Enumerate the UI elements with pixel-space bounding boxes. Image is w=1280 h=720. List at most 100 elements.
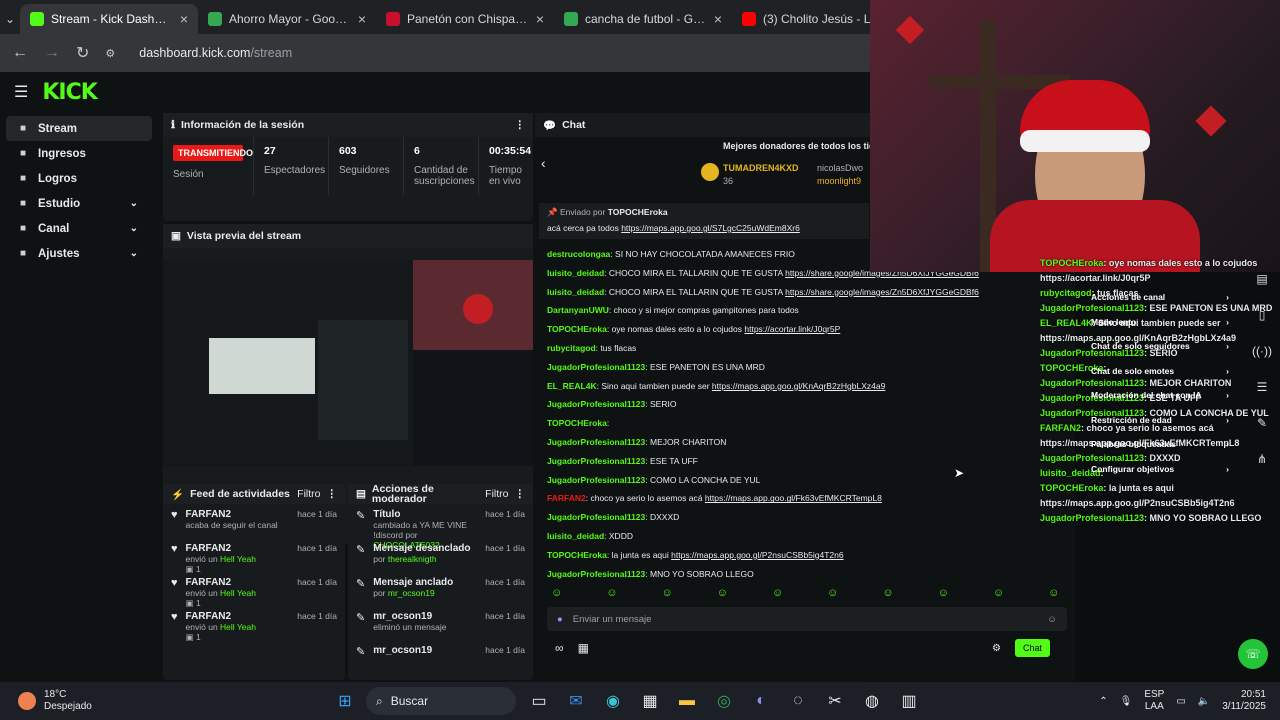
menu-item-6[interactable]: Palabras bloqueadas › (1085, 432, 1235, 457)
back-icon[interactable]: ← (12, 44, 28, 62)
emoji-icon[interactable]: ☺ (1047, 614, 1057, 625)
sidebar-item-0[interactable]: ■ Stream (6, 116, 152, 141)
close-icon[interactable]: × (358, 11, 366, 27)
outlook-icon[interactable]: ✉ (563, 688, 589, 714)
more-icon[interactable]: ⋮ (515, 119, 526, 131)
url-field[interactable]: dashboard.kick.com/stream (139, 46, 292, 60)
app-icon[interactable]: ◌ (785, 688, 811, 714)
chat-message[interactable]: JugadorProfesional1123: COMO LA CONCHA D… (535, 471, 1075, 490)
pinned-link[interactable]: https://maps.app.goo.gl/S7LgcC25uWdEm8Xr… (621, 223, 800, 233)
stream-preview-video[interactable] (163, 260, 533, 466)
chat-message[interactable]: DartanyanUWU: choco y si mejor compras g… (535, 301, 1075, 320)
obs-icon[interactable]: ◍ (859, 688, 885, 714)
feed-item[interactable]: ♥ FARFAN2 envió un Hell Yeah ▣ 1 hace 1 día (163, 606, 345, 642)
close-icon[interactable]: × (536, 11, 544, 27)
chat-message[interactable]: TOPOCHEroka: (535, 414, 1075, 433)
share-icon[interactable]: ⋔ (1257, 452, 1267, 466)
close-icon[interactable]: × (180, 11, 188, 27)
mod-action-item[interactable]: ✎ mr_ocson19 eliminó un mensaje hace 1 día (348, 606, 533, 640)
feed-filter-button[interactable]: Filtro (297, 488, 320, 500)
broadcast-icon[interactable]: ((·)) (1252, 344, 1272, 358)
tab-2[interactable]: Panetón con Chispas Sabo× (376, 4, 554, 34)
donors-prev-icon[interactable]: ‹ (541, 155, 546, 171)
chat-message[interactable]: TOPOCHEroka: oye nomas dales esto a lo c… (535, 320, 1075, 339)
overlay-message: https://acortar.link/J0qr5P (1040, 273, 1151, 283)
discord-icon[interactable]: ◐ (748, 688, 774, 714)
volume-icon[interactable]: 🔈 (1198, 696, 1210, 707)
mod-action-item[interactable]: ✎ Mensaje desanclado por therealknigth hace… (348, 538, 533, 572)
emotes-icon[interactable]: ∞ (555, 641, 564, 655)
edit-icon[interactable]: ✎ (1257, 416, 1267, 430)
capcut-icon[interactable]: ✂ (822, 688, 848, 714)
menu-icon[interactable]: ☰ (14, 82, 28, 102)
menu-item-7[interactable]: Configurar objetivos › (1085, 457, 1235, 482)
mod-action-item[interactable]: ✎ Mensaje anclado por mr_ocson19 hace 1 día (348, 572, 533, 606)
phone-icon[interactable]: ▯ (1259, 308, 1266, 322)
chat-message[interactable]: JugadorProfesional1123: ESE TA UFF (535, 452, 1075, 471)
list-icon[interactable]: ☰ (1257, 380, 1268, 394)
explorer-icon[interactable]: ▬ (674, 688, 700, 714)
address-bar-row: ← → ↻ ⚙ dashboard.kick.com/stream (0, 34, 870, 72)
send-chat-button[interactable]: Chat (1014, 639, 1050, 657)
sidebar-item-3[interactable]: ■ Estudio ⌄ (6, 191, 152, 216)
mod-action-item[interactable]: ✎ Título cambiado a YA ME VINE !discord po… (348, 504, 533, 550)
feed-item[interactable]: ♥ FARFAN2 envió un Hell Yeah ▣ 1 hace 1 día (163, 572, 345, 608)
tray-chevron-icon[interactable]: ⌃ (1099, 696, 1107, 707)
tab-3[interactable]: cancha de futbol - Google× (554, 4, 732, 34)
store-icon[interactable]: ▦ (637, 688, 663, 714)
note-icon[interactable]: ▤ (1256, 272, 1267, 286)
taskbar-search[interactable]: ⌕ Buscar (366, 687, 516, 715)
feed-item[interactable]: ♥ FARFAN2 acaba de seguir el canal hace 1 … (163, 504, 345, 538)
menu-item-2[interactable]: Chat de solo seguidores › (1085, 334, 1235, 359)
sidebar-item-4[interactable]: ■ Canal ⌄ (6, 216, 152, 241)
chat-message[interactable]: JugadorProfesional1123: DXXXD (535, 508, 1075, 527)
chat-input[interactable]: ● Enviar un mensaje ☺ (547, 607, 1067, 631)
menu-item-0[interactable]: Acciones de canal › (1085, 285, 1235, 310)
calculator-icon[interactable]: ▥ (896, 688, 922, 714)
chrome-icon[interactable]: ◎ (711, 688, 737, 714)
mod-more-icon[interactable]: ⋮ (515, 488, 526, 500)
mod-filter-button[interactable]: Filtro (485, 488, 508, 500)
chat-message[interactable]: luisito_deidad: CHOCO MIRA EL TALLARIN Q… (535, 283, 1075, 302)
activity-feed-panel: ⚡ Feed de actividades Filtro ⋮ ♥ FARFAN2 acab… (163, 484, 345, 680)
gift-icon[interactable]: ▦ (578, 641, 589, 655)
feed-more-icon[interactable]: ⋮ (327, 488, 338, 500)
menu-item-3[interactable]: Chat de solo emotes › (1085, 359, 1235, 384)
chat-message[interactable]: luisito_deidad: XDDD (535, 527, 1075, 546)
chat-message[interactable]: JugadorProfesional1123: MEJOR CHARITON (535, 433, 1075, 452)
forward-icon[interactable]: → (44, 44, 60, 62)
kick-logo[interactable]: KICK (42, 80, 97, 105)
chat-message[interactable]: EL_REAL4K: Sino aqui tambien puede ser h… (535, 377, 1075, 396)
chat-message[interactable]: TOPOCHEroka: la junta es aqui https://ma… (535, 546, 1075, 565)
reload-icon[interactable]: ↻ (76, 43, 89, 63)
chat-message[interactable]: rubycitagod: tus flacas (535, 339, 1075, 358)
sidebar-item-5[interactable]: ■ Ajustes ⌄ (6, 241, 152, 266)
site-info-icon[interactable]: ⚙ (105, 47, 115, 60)
tab-1[interactable]: Ahorro Mayor - Google M× (198, 4, 376, 34)
trophy-icon: ■ (20, 173, 27, 184)
chat-message[interactable]: FARFAN2: choco ya serio lo asemos acá ht… (535, 489, 1075, 508)
tab-search-button[interactable]: ⌄ (0, 4, 20, 34)
pinned-message[interactable]: 📌 Enviado por TOPOCHEroka acá cerca pa t… (539, 203, 869, 239)
menu-item-4[interactable]: Moderación del chat con IA › (1085, 383, 1235, 408)
sidebar-item-1[interactable]: ■ Ingresos (6, 141, 152, 166)
help-button[interactable]: ☏ (1238, 639, 1268, 669)
mod-action-item[interactable]: ✎ mr_ocson19 hace 1 día (348, 640, 533, 674)
menu-item-5[interactable]: Restricción de edad › (1085, 408, 1235, 433)
chat-message[interactable]: JugadorProfesional1123: ESE PANETON ES U… (535, 358, 1075, 377)
edge-icon[interactable]: ◉ (600, 688, 626, 714)
start-icon[interactable]: ⊞ (332, 688, 358, 714)
mic-icon[interactable]: ● (557, 614, 563, 625)
close-icon[interactable]: × (714, 11, 722, 27)
network-icon[interactable]: ▭ (1176, 696, 1185, 707)
sidebar-item-2[interactable]: ■ Logros (6, 166, 152, 191)
menu-item-1[interactable]: Modo lento › (1085, 310, 1235, 335)
chat-message[interactable]: JugadorProfesional1123: MNO YO SOBRAO LL… (535, 565, 1075, 584)
chat-settings-icon[interactable]: ⚙ (992, 643, 1001, 654)
chat-message[interactable]: JugadorProfesional1123: SERIO (535, 395, 1075, 414)
feed-item[interactable]: ♥ FARFAN2 envió un Hell Yeah ▣ 1 hace 1 día (163, 538, 345, 574)
file-icon[interactable]: ▭ (526, 688, 552, 714)
donors-title: Mejores donadores de todos los tie (723, 141, 875, 151)
mic-tray-icon[interactable]: 🎙 (1120, 696, 1133, 707)
tab-0[interactable]: Stream - Kick Dashboard × (20, 4, 198, 34)
